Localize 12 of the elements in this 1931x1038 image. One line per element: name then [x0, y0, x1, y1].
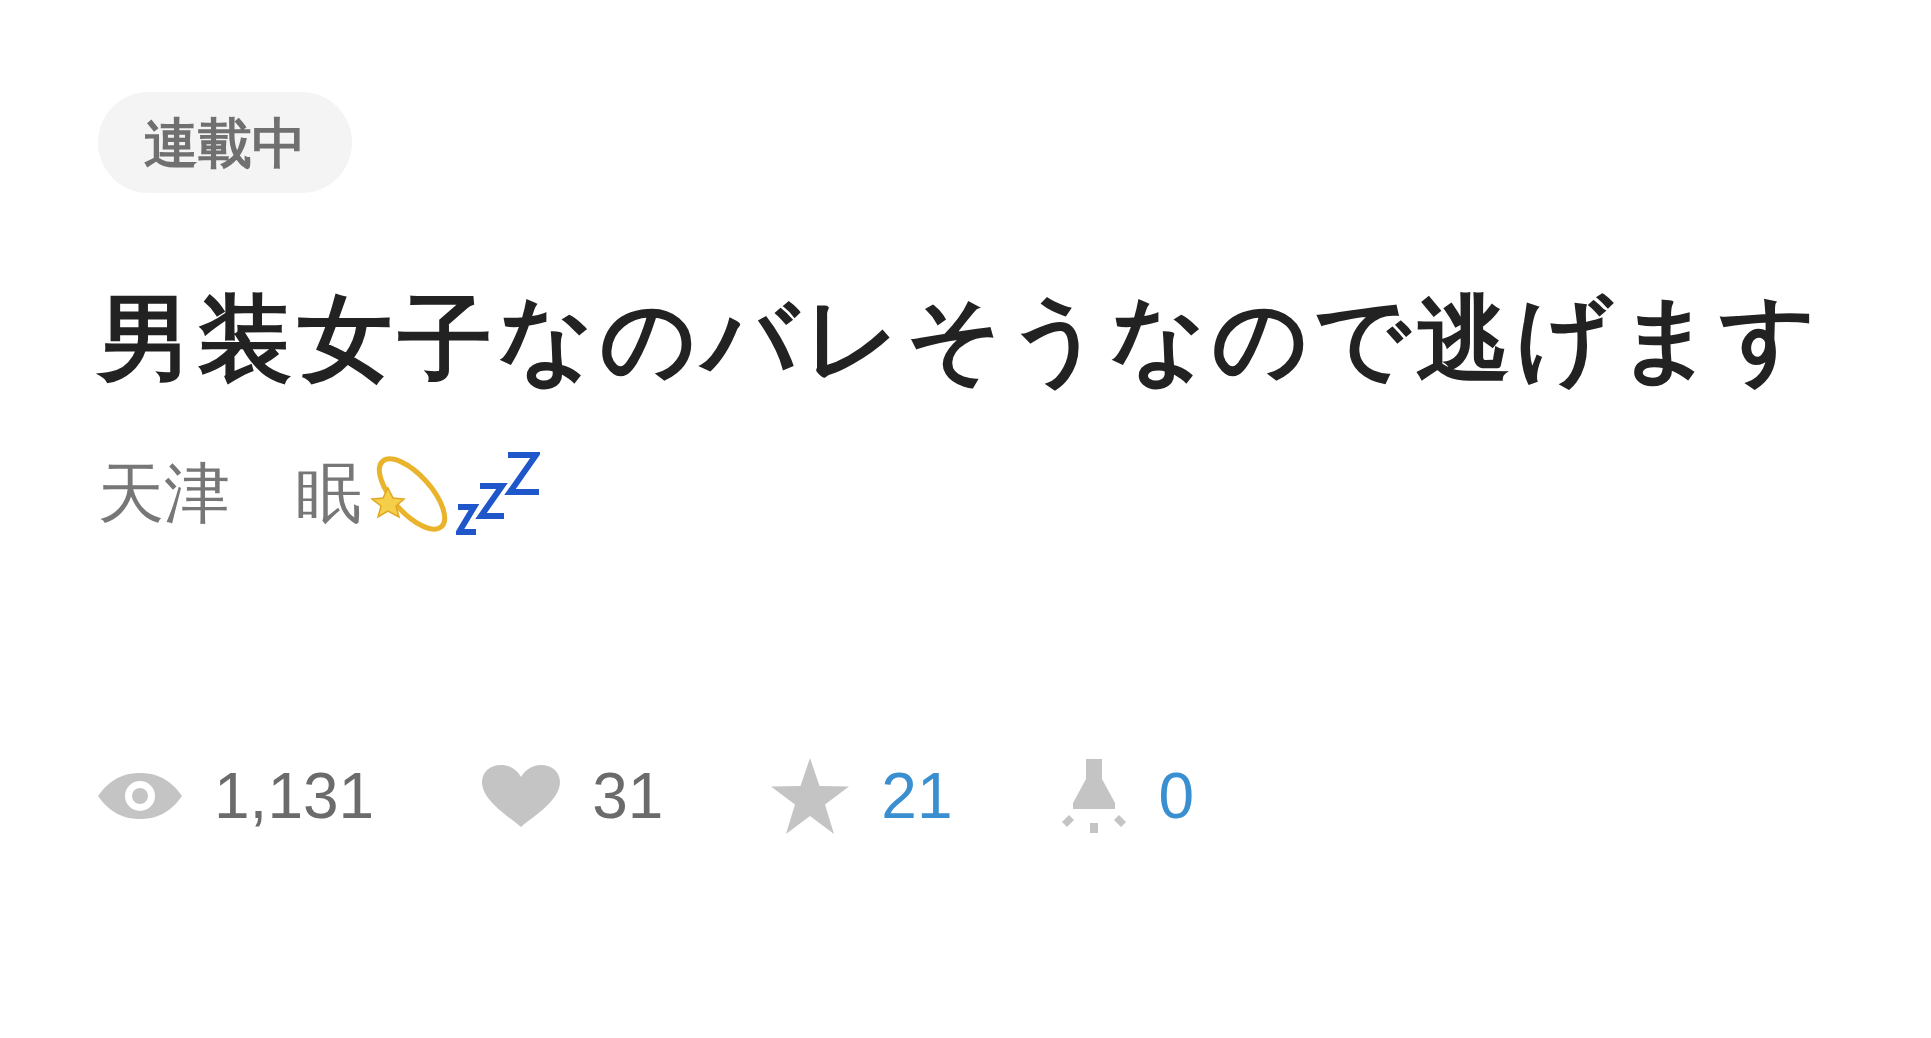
lamp-icon: [1060, 758, 1127, 833]
star-icon: [771, 757, 850, 834]
like-count: 31: [592, 763, 664, 828]
author-name[interactable]: 天津 眠: [98, 454, 362, 534]
story-title: 男装女子なのバレそうなので逃げます: [98, 285, 1822, 393]
eye-icon: [98, 772, 182, 819]
view-count: 1,131: [214, 763, 375, 828]
lamp-count: 0: [1158, 763, 1195, 828]
star-count: 21: [881, 763, 953, 828]
status-badge: 連載中: [98, 92, 352, 193]
zzz-icon: [456, 451, 540, 536]
heart-icon: [482, 764, 561, 827]
